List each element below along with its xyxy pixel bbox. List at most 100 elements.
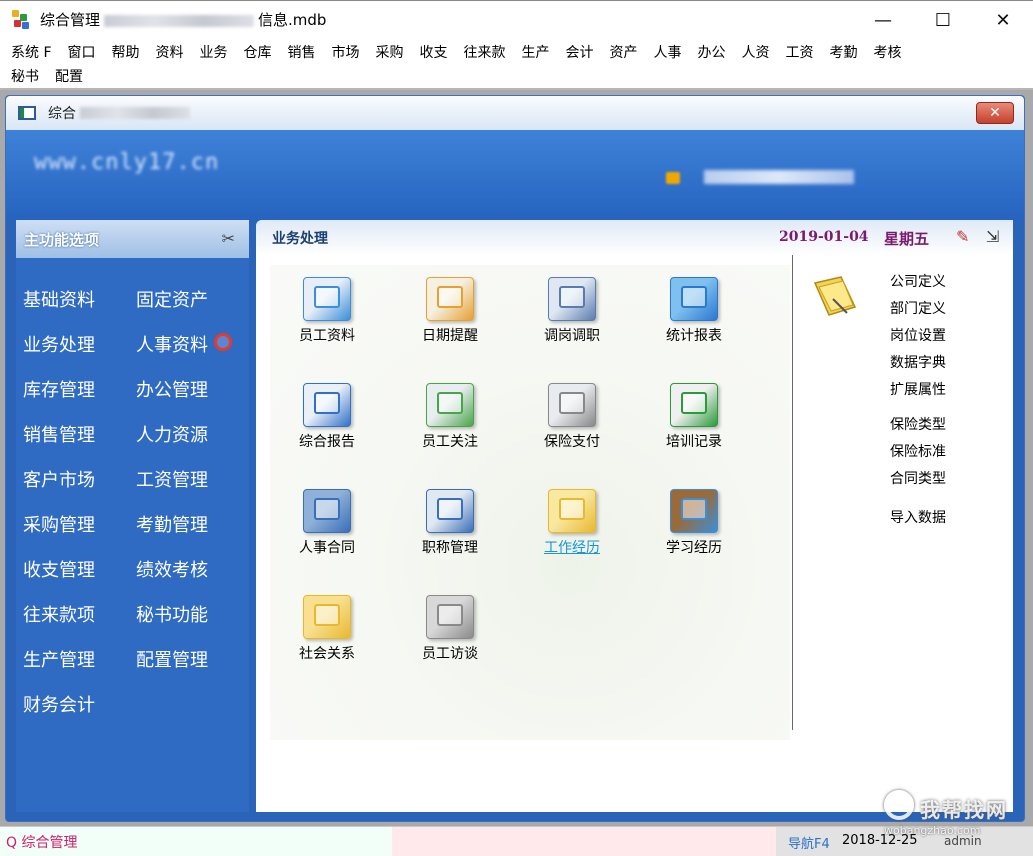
menu-item[interactable]: 资产 xyxy=(605,42,643,62)
function-tile[interactable]: 学习经历 xyxy=(634,489,754,557)
status-nav-hint[interactable]: 导航F4 xyxy=(788,833,830,852)
menu-item[interactable]: 考勤 xyxy=(825,42,863,62)
menu-item[interactable]: 人资 xyxy=(737,42,775,62)
menu-item[interactable]: 业务 xyxy=(195,42,233,62)
main-function-nav: 主功能选项 ✂ 基础资料 固定资产 业务处理 人事资料 库存管理 办公管理 销售管理 人力资源… xyxy=(16,220,249,812)
nav-item[interactable]: 基础资料 xyxy=(23,286,136,331)
nav-item[interactable]: 人事资料 xyxy=(136,331,249,376)
refresh-badge-icon[interactable] xyxy=(214,333,232,351)
menu-item[interactable]: 收支 xyxy=(415,42,453,62)
nav-item[interactable]: 配置管理 xyxy=(136,646,249,691)
nav-item-label: 库存管理 xyxy=(23,380,95,401)
menu-item[interactable]: 秘书 xyxy=(6,66,44,86)
menu-item[interactable]: 人事 xyxy=(649,42,687,62)
function-tile[interactable]: 综合报告 xyxy=(267,383,387,451)
tile-label: 职称管理 xyxy=(422,540,478,556)
function-tile[interactable]: 员工资料 xyxy=(267,277,387,345)
config-list: 公司定义部门定义岗位设置数据字典扩展属性保险类型保险标准合同类型导入数据 xyxy=(792,255,1013,730)
menu-item[interactable]: 考核 xyxy=(869,42,907,62)
menu-item[interactable]: 采购 xyxy=(371,42,409,62)
menu-item[interactable]: 帮助 xyxy=(107,42,145,62)
nav-item[interactable]: 秘书功能 xyxy=(136,601,249,646)
window-titlebar: 综合管理 信息.mdb — ☐ ✕ xyxy=(0,0,1033,38)
nav-item[interactable]: 绩效考核 xyxy=(136,556,249,601)
nav-item[interactable]: 人力资源 xyxy=(136,421,249,466)
nav-item-label: 办公管理 xyxy=(136,380,208,401)
banner-url: www.cnly17.cn xyxy=(34,150,220,175)
menu-item[interactable]: 销售 xyxy=(283,42,321,62)
nav-item[interactable]: 考勤管理 xyxy=(136,511,249,556)
nav-item[interactable]: 固定资产 xyxy=(136,286,249,331)
close-button[interactable]: ✕ xyxy=(973,1,1033,39)
config-list-item[interactable]: 保险标准 xyxy=(890,441,946,461)
nav-item-label: 财务会计 xyxy=(23,695,95,716)
nav-item-label: 客户市场 xyxy=(23,470,95,491)
banner: www.cnly17.cn xyxy=(6,130,1024,220)
nav-item-label: 秘书功能 xyxy=(136,605,208,626)
tile-label: 日期提醒 xyxy=(422,328,478,344)
nav-item[interactable]: 财务会计 xyxy=(23,691,136,736)
config-list-item[interactable]: 公司定义 xyxy=(890,271,946,291)
nav-item[interactable]: 收支管理 xyxy=(23,556,136,601)
function-tile[interactable]: 工作经历 xyxy=(512,489,632,557)
status-user: admin xyxy=(944,834,982,848)
tile-icon xyxy=(670,383,718,427)
menu-item[interactable]: 会计 xyxy=(561,42,599,62)
tile-icon xyxy=(303,595,351,639)
nav-item-label: 考勤管理 xyxy=(136,515,208,536)
nav-pin-icon[interactable]: ✂ xyxy=(222,229,235,248)
config-list-item[interactable]: 导入数据 xyxy=(890,507,946,527)
function-tile[interactable]: 员工访谈 xyxy=(390,595,510,663)
function-tile[interactable]: 培训记录 xyxy=(634,383,754,451)
wand-icon[interactable]: ✎ xyxy=(956,227,969,246)
function-tile[interactable]: 调岗调职 xyxy=(512,277,632,345)
menu-item[interactable]: 工资 xyxy=(781,42,819,62)
function-tile[interactable]: 日期提醒 xyxy=(390,277,510,345)
nav-items: 基础资料 固定资产 业务处理 人事资料库存管理 办公管理销售管理 人力资源客户市场 工资管理… xyxy=(23,286,249,736)
config-list-item[interactable]: 岗位设置 xyxy=(890,325,946,345)
menu-item[interactable]: 办公 xyxy=(693,42,731,62)
tile-icon xyxy=(426,383,474,427)
business-panel: 业务处理 2019-01-04 星期五 ✎ ⇲ 员工资料 日期提醒 调岗调职 统计报表… xyxy=(256,220,1013,812)
menu-item[interactable]: 生产 xyxy=(517,42,555,62)
config-list-item[interactable]: 合同类型 xyxy=(890,468,946,488)
nav-item[interactable]: 办公管理 xyxy=(136,376,249,421)
function-tile[interactable]: 统计报表 xyxy=(634,277,754,345)
minimize-button[interactable]: — xyxy=(853,1,913,39)
maximize-button[interactable]: ☐ xyxy=(913,1,973,39)
config-list-item[interactable]: 扩展属性 xyxy=(890,379,946,399)
config-list-item[interactable]: 保险类型 xyxy=(890,414,946,434)
function-tile[interactable]: 人事合同 xyxy=(267,489,387,557)
child-titlebar[interactable]: 综合 ✕ xyxy=(6,96,1024,130)
menu-item[interactable]: 窗口 xyxy=(63,42,101,62)
function-tile[interactable]: 社会关系 xyxy=(267,595,387,663)
function-tile[interactable]: 员工关注 xyxy=(390,383,510,451)
menu-item[interactable]: 市场 xyxy=(327,42,365,62)
nav-item[interactable]: 往来款项 xyxy=(23,601,136,646)
nav-item-label: 销售管理 xyxy=(23,425,95,446)
tile-icon xyxy=(426,489,474,533)
panel-date: 2019-01-04 xyxy=(779,229,869,245)
nav-item[interactable]: 库存管理 xyxy=(23,376,136,421)
mdi-workspace: 综合 ✕ www.cnly17.cn 主功能选项 ✂ 基础资料 固定资产 业务处理人… xyxy=(0,90,1033,826)
nav-item[interactable]: 业务处理 xyxy=(23,331,136,376)
menu-item[interactable]: 系统 F xyxy=(6,42,57,62)
nav-item-label: 配置管理 xyxy=(136,650,208,671)
nav-item[interactable]: 销售管理 xyxy=(23,421,136,466)
nav-item[interactable]: 生产管理 xyxy=(23,646,136,691)
folder-icon xyxy=(813,276,857,316)
menu-item[interactable]: 配置 xyxy=(50,66,88,86)
config-list-item[interactable]: 部门定义 xyxy=(890,298,946,318)
nav-item[interactable]: 工资管理 xyxy=(136,466,249,511)
menu-item[interactable]: 往来款 xyxy=(459,42,511,62)
exit-icon[interactable]: ⇲ xyxy=(986,227,999,246)
child-close-button[interactable]: ✕ xyxy=(976,102,1014,124)
function-tile[interactable]: 职称管理 xyxy=(390,489,510,557)
config-list-item[interactable]: 数据字典 xyxy=(890,352,946,372)
menu-item[interactable]: 资料 xyxy=(151,42,189,62)
nav-item[interactable]: 客户市场 xyxy=(23,466,136,511)
function-tile[interactable]: 保险支付 xyxy=(512,383,632,451)
tile-icon xyxy=(670,277,718,321)
menu-item[interactable]: 仓库 xyxy=(239,42,277,62)
nav-item[interactable]: 采购管理 xyxy=(23,511,136,556)
